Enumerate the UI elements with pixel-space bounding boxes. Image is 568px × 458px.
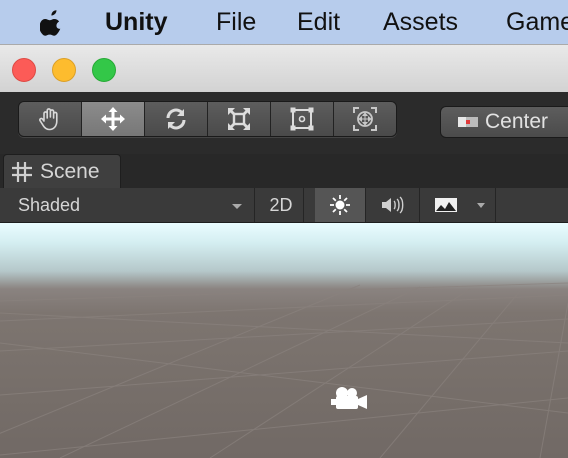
speaker-icon bbox=[382, 196, 404, 214]
pivot-center-label: Center bbox=[485, 110, 549, 133]
scene-viewport[interactable] bbox=[0, 223, 568, 458]
close-window-button[interactable] bbox=[12, 58, 36, 82]
tab-scene-label: Scene bbox=[40, 160, 100, 183]
rect-tool-button[interactable] bbox=[271, 102, 334, 136]
move-arrows-icon bbox=[101, 107, 125, 131]
scene-grid-icon bbox=[12, 162, 32, 182]
scene-view-toolbar: Shaded 2D bbox=[0, 188, 568, 223]
draw-mode-value: Shaded bbox=[18, 194, 81, 215]
scene-audio-toggle[interactable] bbox=[365, 188, 420, 222]
minimize-window-button[interactable] bbox=[52, 58, 76, 82]
scene-lighting-toggle[interactable] bbox=[315, 188, 366, 222]
window-title-bar bbox=[0, 44, 568, 93]
zoom-window-button[interactable] bbox=[92, 58, 116, 82]
transform-icon bbox=[353, 107, 377, 131]
rotate-icon bbox=[166, 108, 186, 130]
rect-transform-icon bbox=[290, 107, 314, 131]
hand-tool-button[interactable] bbox=[19, 102, 82, 136]
apple-logo-icon[interactable] bbox=[40, 8, 64, 36]
draw-mode-dropdown[interactable]: Shaded bbox=[0, 188, 255, 222]
chevron-down-icon bbox=[232, 204, 242, 209]
chevron-down-icon bbox=[477, 203, 485, 208]
rotate-tool-button[interactable] bbox=[145, 102, 208, 136]
menu-assets[interactable]: Assets bbox=[383, 7, 458, 37]
macos-menu-bar: Unity File Edit Assets Game bbox=[0, 0, 568, 44]
tab-scene[interactable]: Scene bbox=[3, 154, 121, 189]
hand-icon bbox=[39, 108, 58, 131]
scale-icon bbox=[228, 108, 250, 130]
main-toolbar: Center bbox=[0, 92, 568, 154]
camera-gizmo-icon[interactable] bbox=[330, 384, 370, 414]
toggle-2d-button[interactable]: 2D bbox=[259, 188, 304, 222]
pivot-center-toggle[interactable]: Center bbox=[440, 106, 568, 138]
transform-tool-button[interactable] bbox=[334, 102, 396, 136]
editor-tab-strip: Scene bbox=[0, 154, 568, 189]
move-tool-button[interactable] bbox=[82, 102, 145, 136]
menu-game[interactable]: Game bbox=[506, 7, 568, 37]
menu-edit[interactable]: Edit bbox=[297, 7, 340, 37]
image-effects-icon bbox=[435, 198, 457, 212]
scene-effects-dropdown[interactable] bbox=[419, 188, 496, 222]
sun-icon bbox=[330, 195, 350, 215]
menu-file[interactable]: File bbox=[216, 7, 256, 37]
scale-tool-button[interactable] bbox=[208, 102, 271, 136]
pivot-center-icon bbox=[458, 117, 478, 127]
transform-tools-group bbox=[18, 101, 397, 137]
menu-app-unity[interactable]: Unity bbox=[105, 7, 168, 37]
ground-grid bbox=[0, 282, 568, 458]
